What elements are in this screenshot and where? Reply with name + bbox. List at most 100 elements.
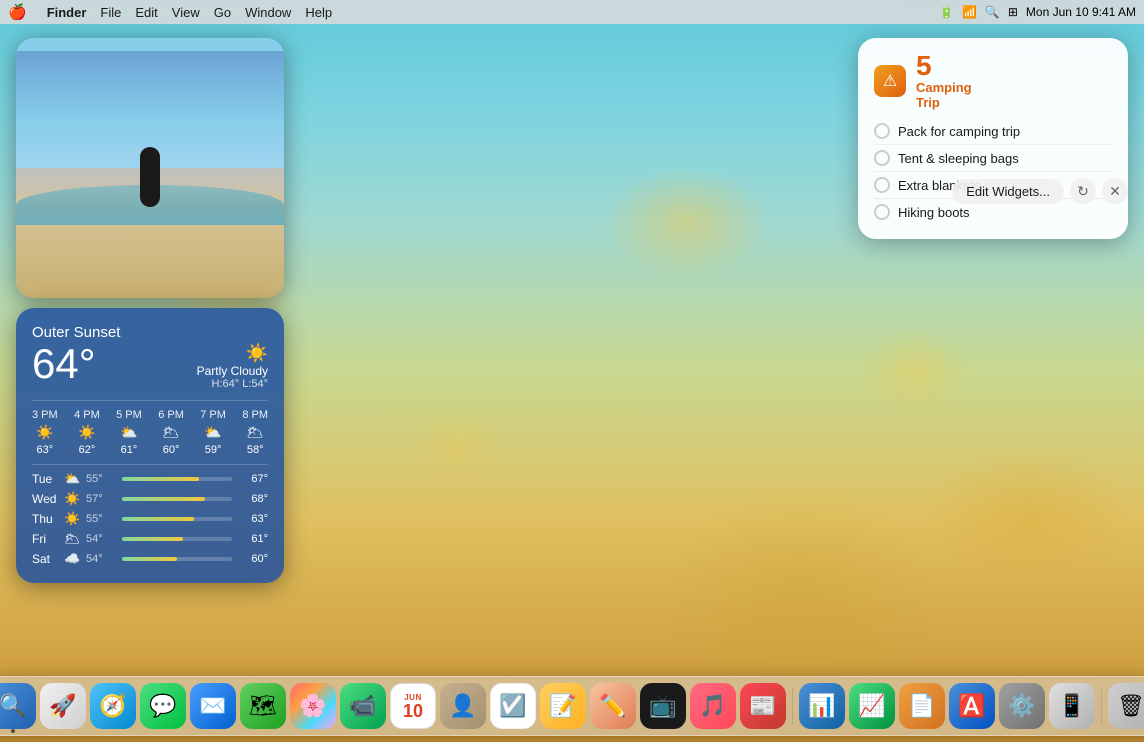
apple-menu[interactable]: 🍎 (8, 3, 27, 21)
hour-label-6pm: 6 PM (158, 409, 184, 421)
hour-4pm: 4 PM ☀️ 62° (74, 409, 100, 456)
dock-item-launchpad[interactable]: 🚀 (40, 683, 86, 729)
desktop: 🍎 Finder File Edit View Go Window Help 🔋… (0, 0, 1144, 742)
calendar-date: 10 (403, 702, 423, 720)
dock-item-notes[interactable]: 📝 (540, 683, 586, 729)
dock-item-pages[interactable]: 📄 (899, 683, 945, 729)
dock-item-music[interactable]: 🎵 (690, 683, 736, 729)
reminder-item-2[interactable]: Tent & sleeping bags (874, 145, 1112, 172)
menubar-edit[interactable]: Edit (135, 5, 157, 20)
hour-icon-6pm: 🌥 (162, 424, 180, 441)
weather-temperature: 64° (32, 343, 96, 385)
dock-item-contacts[interactable]: 👤 (440, 683, 486, 729)
dock-item-maps[interactable]: 🗺 (240, 683, 286, 729)
dock-item-facetime[interactable]: 📹 (340, 683, 386, 729)
forecast-day-fri: Fri (32, 532, 64, 546)
hour-icon-5pm: ⛅ (120, 424, 137, 441)
forecast-bar-fri (122, 537, 183, 541)
menubar-file[interactable]: File (100, 5, 121, 20)
hour-temp-8pm: 58° (247, 444, 264, 456)
hour-icon-8pm: 🌥 (246, 424, 264, 441)
hour-temp-7pm: 59° (205, 444, 222, 456)
weekly-forecast: Tue ⛅ 55° 67° Wed ☀️ 57° 68° Thu ☀️ (32, 464, 268, 567)
dock-item-messages[interactable]: 💬 (140, 683, 186, 729)
forecast-low-sat: 54° (86, 553, 118, 565)
dock-item-numbers[interactable]: 📈 (849, 683, 895, 729)
forecast-sat: Sat ☁️ 54° 60° (32, 551, 268, 567)
battery-icon: 🔋 (939, 5, 954, 19)
menubar-view[interactable]: View (172, 5, 200, 20)
reminder-checkbox-1[interactable] (874, 123, 890, 139)
menubar-help[interactable]: Help (305, 5, 332, 20)
forecast-bar-container-fri (122, 537, 232, 541)
reminder-item-1[interactable]: Pack for camping trip (874, 118, 1112, 145)
dock-item-appstore[interactable]: 🅰️ (949, 683, 995, 729)
forecast-bar-container-wed (122, 497, 232, 501)
forecast-high-thu: 63° (236, 513, 268, 525)
weather-condition: ☀️ Partly Cloudy H:64° L:54° (197, 343, 268, 390)
dock-item-photos[interactable]: 🌸 (290, 683, 336, 729)
forecast-bar-tue (122, 477, 199, 481)
hour-temp-6pm: 60° (163, 444, 180, 456)
forecast-day-wed: Wed (32, 492, 64, 506)
menubar: 🍎 Finder File Edit View Go Window Help 🔋… (0, 0, 1144, 24)
reminder-checkbox-2[interactable] (874, 150, 890, 166)
dock-item-trash[interactable]: 🗑 (1108, 683, 1144, 729)
forecast-fri: Fri 🌥 54° 61° (32, 531, 268, 547)
forecast-icon-fri: 🌥 (64, 531, 86, 547)
dock-item-calendar[interactable]: JUN 10 (390, 683, 436, 729)
forecast-high-tue: 67° (236, 473, 268, 485)
edit-widgets-bar: Edit Widgets... ↻ ✕ (952, 178, 1128, 204)
dock-item-mail[interactable]: ✉️ (190, 683, 236, 729)
forecast-bar-container-tue (122, 477, 232, 481)
forecast-low-tue: 55° (86, 473, 118, 485)
hour-icon-4pm: ☀️ (78, 424, 95, 441)
hour-5pm: 5 PM ⛅ 61° (116, 409, 142, 456)
hour-label-4pm: 4 PM (74, 409, 100, 421)
dock-item-freeform[interactable]: ✏️ (590, 683, 636, 729)
forecast-low-wed: 57° (86, 493, 118, 505)
dock-item-settings[interactable]: ⚙️ (999, 683, 1045, 729)
weather-condition-text: Partly Cloudy (197, 364, 268, 378)
hour-temp-3pm: 63° (37, 444, 54, 456)
forecast-bar-sat (122, 557, 177, 561)
beach (16, 225, 284, 298)
dock-separator-2 (1101, 688, 1102, 724)
search-icon[interactable]: 🔍 (985, 5, 1000, 19)
dock-item-finder[interactable]: 🔍 (0, 683, 36, 729)
dock-item-appletv[interactable]: 📺 (640, 683, 686, 729)
hour-icon-7pm: ⛅ (204, 424, 221, 441)
weather-hi-lo: H:64° L:54° (197, 378, 268, 390)
wifi-icon: 📶 (962, 5, 977, 19)
dock-item-keynote[interactable]: 📊 (799, 683, 845, 729)
menubar-finder[interactable]: Finder (47, 5, 87, 20)
hour-7pm: 7 PM ⛅ 59° (200, 409, 226, 456)
surfer (140, 147, 160, 207)
reminders-widget: ⚠ 5 CampingTrip Pack for camping trip Te… (858, 38, 1128, 239)
forecast-bar-wed (122, 497, 205, 501)
hour-label-7pm: 7 PM (200, 409, 226, 421)
forecast-bar-container-thu (122, 517, 232, 521)
weather-widget: Outer Sunset 64° ☀️ Partly Cloudy H:64° … (16, 308, 284, 583)
rotate-widget-button[interactable]: ↻ (1070, 178, 1096, 204)
menubar-go[interactable]: Go (214, 5, 231, 20)
dock-item-reminders[interactable]: ☑️ (490, 683, 536, 729)
dock-item-iphone[interactable]: 📱 (1049, 683, 1095, 729)
hour-3pm: 3 PM ☀️ 63° (32, 409, 58, 456)
reminder-checkbox-4[interactable] (874, 204, 890, 220)
menubar-left: 🍎 Finder File Edit View Go Window Help (8, 3, 332, 21)
reminder-checkbox-3[interactable] (874, 177, 890, 193)
forecast-icon-wed: ☀️ (64, 491, 86, 507)
control-center-icon[interactable]: ⊞ (1008, 5, 1018, 19)
edit-widgets-button[interactable]: Edit Widgets... (952, 179, 1064, 204)
reminders-count-section: 5 CampingTrip (916, 52, 972, 110)
hour-8pm: 8 PM 🌥 58° (242, 409, 268, 456)
close-widget-button[interactable]: ✕ (1102, 178, 1128, 204)
forecast-icon-tue: ⛅ (64, 471, 86, 487)
forecast-high-fri: 61° (236, 533, 268, 545)
hour-temp-4pm: 62° (79, 444, 96, 456)
reminder-text-1: Pack for camping trip (898, 124, 1020, 139)
dock-item-safari[interactable]: 🧭 (90, 683, 136, 729)
dock-item-news[interactable]: 📰 (740, 683, 786, 729)
menubar-window[interactable]: Window (245, 5, 291, 20)
